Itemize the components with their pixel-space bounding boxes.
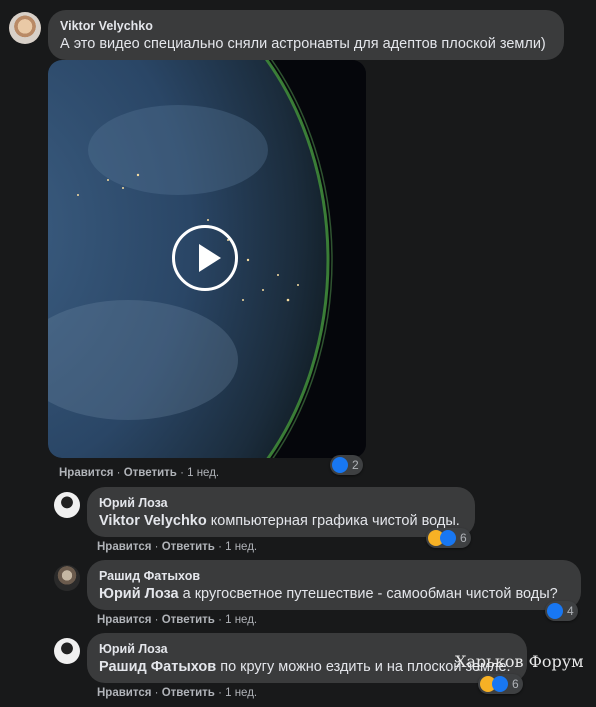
mention-link[interactable]: Рашид Фатыхов (99, 659, 216, 675)
comment-text: А это видео специально сняли астронавты … (60, 36, 546, 52)
comment-actions: Нравится · Ответить · 1 нед. (97, 687, 257, 699)
comment-bubble: Юрий Лоза Viktor Velychko компьютерная г… (87, 487, 475, 537)
reply-link[interactable]: Ответить (162, 687, 215, 699)
like-link[interactable]: Нравится (97, 541, 151, 553)
like-link[interactable]: Нравится (97, 687, 151, 699)
comment-time[interactable]: 1 нед. (225, 614, 257, 626)
avatar[interactable] (54, 638, 80, 664)
separator: · (154, 614, 159, 626)
mention-link[interactable]: Юрий Лоза (99, 586, 179, 602)
reaction-summary[interactable]: 2 (330, 455, 363, 475)
separator: · (180, 467, 184, 479)
separator: · (154, 541, 159, 553)
like-link[interactable]: Нравится (59, 467, 113, 479)
comment-author[interactable]: Рашид Фатыхов (99, 568, 569, 584)
comment-actions: Нравится · Ответить · 1 нед. (97, 541, 257, 553)
comment-actions: Нравится · Ответить · 1 нед. (97, 614, 257, 626)
like-icon (440, 530, 456, 546)
reply-link[interactable]: Ответить (124, 467, 177, 479)
mention-link[interactable]: Viktor Velychko (99, 513, 207, 529)
avatar[interactable] (9, 12, 41, 44)
like-icon (492, 676, 508, 692)
reaction-count: 4 (567, 604, 574, 618)
comment-body: а кругосветное путешествие - самообман ч… (178, 586, 558, 602)
reaction-summary[interactable]: 4 (545, 601, 578, 621)
reaction-summary[interactable]: 6 (478, 674, 523, 694)
comment-author[interactable]: Юрий Лоза (99, 495, 463, 511)
like-link[interactable]: Нравится (97, 614, 151, 626)
comment-text: Viktor Velychko компьютерная графика чис… (99, 511, 463, 531)
comment-time[interactable]: 1 нед. (187, 467, 219, 479)
play-icon[interactable] (172, 225, 238, 291)
separator: · (116, 467, 121, 479)
like-icon (547, 603, 563, 619)
separator: · (218, 541, 222, 553)
comment-actions: Нравится · Ответить · 1 нед. (59, 467, 219, 479)
like-icon (332, 457, 348, 473)
comment-body: компьютерная графика чистой воды. (206, 513, 460, 529)
separator: · (218, 687, 222, 699)
separator: · (154, 687, 159, 699)
comment-time[interactable]: 1 нед. (225, 687, 257, 699)
reaction-count: 6 (460, 531, 467, 545)
reaction-count: 2 (352, 458, 359, 472)
comment-bubble: Рашид Фатыхов Юрий Лоза а кругосветное п… (87, 560, 581, 610)
comment-text: Рашид Фатыхов по кругу можно ездить и на… (99, 657, 515, 677)
reaction-summary[interactable]: 6 (426, 528, 471, 548)
reply-link[interactable]: Ответить (162, 614, 215, 626)
avatar[interactable] (54, 492, 80, 518)
separator: · (218, 614, 222, 626)
watermark: Харьков Форум (455, 652, 584, 671)
avatar[interactable] (54, 565, 80, 591)
comment-bubble: Viktor Velychko А это видео специально с… (48, 10, 564, 60)
comment-time[interactable]: 1 нед. (225, 541, 257, 553)
comment-text: Юрий Лоза а кругосветное путешествие - с… (99, 584, 569, 604)
reply-link[interactable]: Ответить (162, 541, 215, 553)
comment-author[interactable]: Viktor Velychko (60, 18, 552, 34)
reaction-count: 6 (512, 677, 519, 691)
video-player[interactable] (48, 60, 366, 458)
comment-author[interactable]: Юрий Лоза (99, 641, 515, 657)
